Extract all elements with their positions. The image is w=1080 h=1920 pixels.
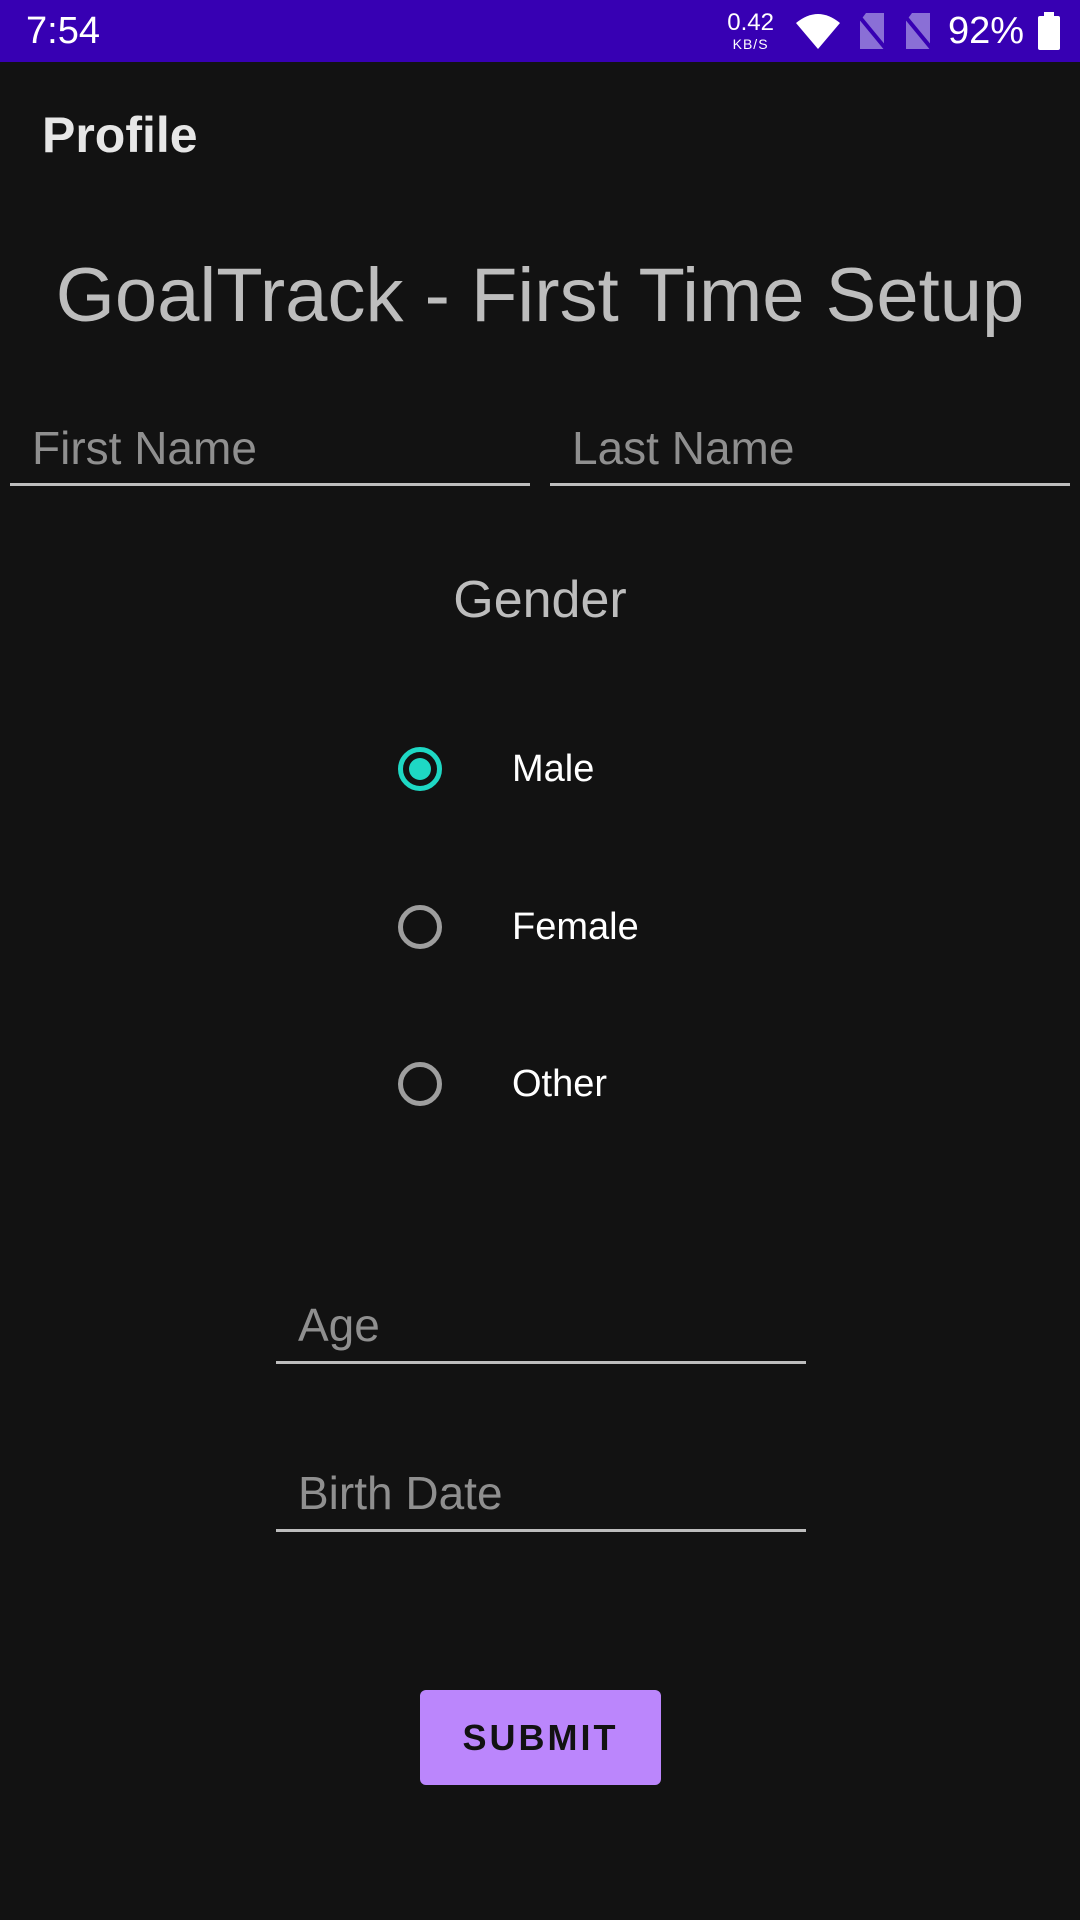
radio-button-checked-icon[interactable]	[398, 747, 442, 791]
birth-date-field-container	[276, 1456, 806, 1532]
no-sim-icon	[856, 11, 888, 51]
last-name-input[interactable]	[550, 412, 1070, 483]
first-name-input[interactable]	[10, 412, 530, 483]
gender-label: Gender	[453, 571, 627, 629]
gender-option-label: Male	[512, 747, 595, 790]
status-time: 7:54	[26, 10, 100, 52]
battery-icon	[1038, 12, 1060, 50]
gender-option-other[interactable]: Other	[398, 1044, 778, 1124]
last-name-field-container	[550, 412, 1070, 486]
network-speed-value: 0.42	[727, 9, 774, 36]
gender-option-female[interactable]: Female	[398, 887, 778, 967]
battery-percentage: 92%	[947, 9, 1024, 52]
age-field-container	[276, 1288, 806, 1364]
no-sim-icon	[902, 11, 934, 51]
network-speed: 0.42 KB/S	[727, 9, 774, 52]
app-bar-title: Profile	[42, 107, 198, 163]
submit-button[interactable]: SUBMIT	[420, 1690, 661, 1785]
status-icons: 0.42 KB/S 92%	[727, 0, 1060, 62]
age-input[interactable]	[276, 1288, 806, 1361]
birth-date-input[interactable]	[276, 1456, 806, 1529]
wifi-icon	[794, 11, 842, 51]
radio-button-unchecked-icon[interactable]	[398, 905, 442, 949]
radio-button-unchecked-icon[interactable]	[398, 1062, 442, 1106]
network-speed-unit: KB/S	[732, 36, 769, 52]
gender-option-male[interactable]: Male	[398, 729, 778, 809]
first-name-field-container	[10, 412, 530, 486]
gender-option-label: Other	[512, 1062, 608, 1105]
gender-option-label: Female	[512, 905, 639, 948]
status-bar: 7:54 0.42 KB/S 92%	[0, 0, 1080, 62]
page-heading: GoalTrack - First Time Setup	[55, 253, 1025, 338]
